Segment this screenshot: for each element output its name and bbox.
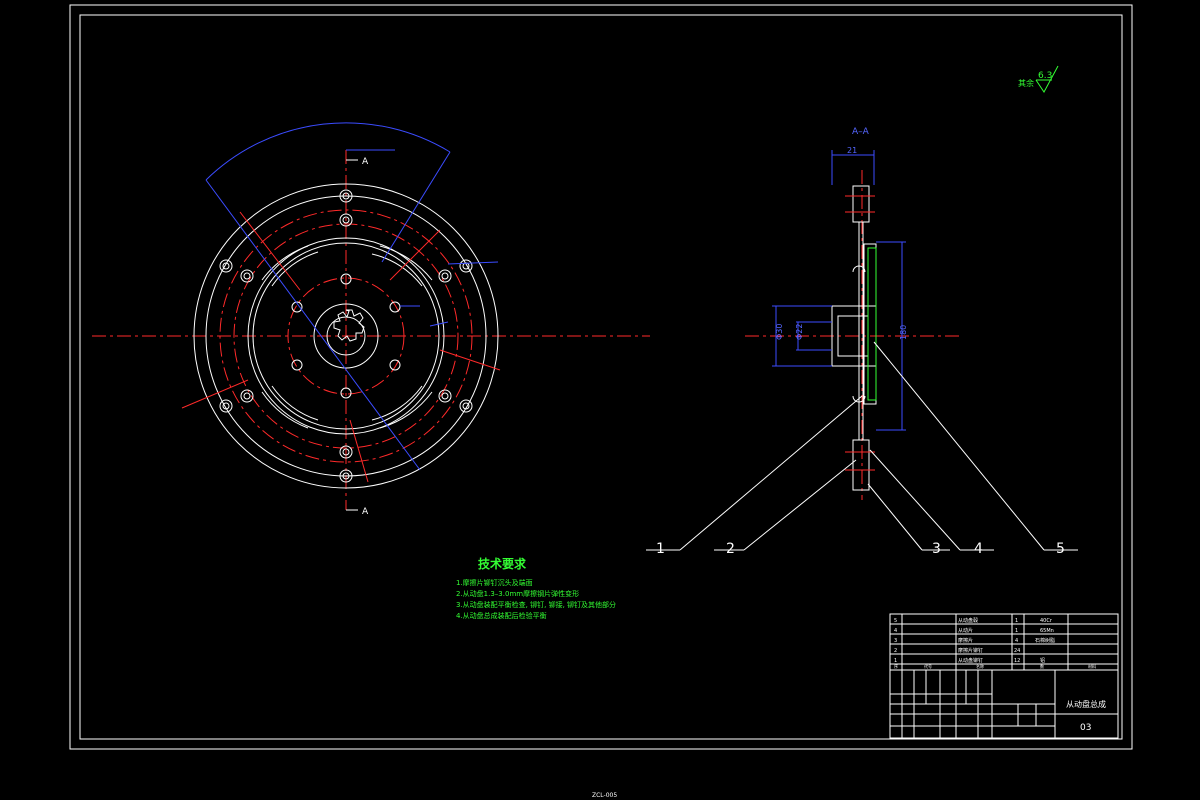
bom-name: 从动盘毂 — [958, 617, 978, 624]
title-block: 5 从动盘毂 1 40Cr 4 从动片 1 65Mn 3 摩擦片 4 石棉树脂 … — [889, 613, 1119, 739]
tech-req-item: 2.从动盘1.3–3.0mm摩擦钢片弹性变形 — [456, 589, 579, 598]
section-title: A–A — [852, 127, 870, 137]
drawing-code: 03 — [1080, 723, 1091, 733]
balloon-4: 4 — [974, 541, 983, 557]
bom-material: 铝 — [1040, 657, 1045, 664]
bom-qty: 12 — [1014, 658, 1020, 664]
bom-no: 3 — [894, 638, 897, 644]
section-view: A–A 21 Φ30 Φ22 180 1 2 3 4 5 — [646, 127, 1078, 557]
bom-header-qty: 数 — [1040, 663, 1044, 669]
tech-req-title: 技术要求 — [478, 556, 527, 571]
bom-material: 石棉树脂 — [1035, 637, 1055, 644]
front-view: A A — [92, 122, 650, 517]
section-label-top: A — [362, 157, 369, 167]
balloon-3: 3 — [932, 541, 941, 557]
bom-name: 摩擦片铆钉 — [958, 647, 983, 654]
part-name: 从动盘总成 — [1066, 699, 1106, 709]
balloon-2: 2 — [726, 541, 735, 557]
cad-drawing: A A A–A 21 Φ30 Φ22 180 1 2 3 4 5 其余 6.3 … — [69, 4, 1133, 799]
bom-qty: 1 — [1015, 628, 1018, 634]
roughness-symbol: 其余 6.3 — [1018, 65, 1059, 93]
bom-header-no: 序 — [894, 663, 898, 669]
bom-qty: 4 — [1015, 638, 1018, 644]
bom-qty: 24 — [1014, 648, 1020, 654]
dim-height: 180 — [899, 325, 908, 340]
balloon-1: 1 — [656, 541, 665, 557]
tech-requirements: 技术要求 1.摩擦片铆钉沉头及端面 2.从动盘1.3–3.0mm摩擦钢片弹性变形… — [456, 556, 616, 620]
dim-width: 21 — [847, 146, 857, 155]
bom-material: 40Cr — [1040, 618, 1053, 624]
tech-req-item: 4.从动盘总成装配后检验平衡 — [456, 611, 547, 620]
bom-no: 5 — [894, 618, 897, 624]
section-label-bottom: A — [362, 507, 369, 517]
bom-material: 65Mn — [1040, 628, 1054, 634]
bom-name: 摩擦片 — [958, 637, 973, 644]
bom-no: 4 — [894, 628, 897, 634]
tech-req-item: 1.摩擦片铆钉沉头及端面 — [456, 578, 533, 587]
bom-name: 从动盘铆钉 — [958, 657, 983, 664]
bom-no: 2 — [894, 648, 897, 654]
dim-d2: Φ22 — [795, 324, 804, 340]
footer-code: ZCL-005 — [592, 792, 617, 799]
roughness-prefix: 其余 — [1018, 78, 1034, 88]
roughness-value: 6.3 — [1038, 71, 1052, 81]
balloon-5: 5 — [1056, 541, 1065, 557]
dim-d1: Φ30 — [775, 324, 784, 340]
bom-header-code: 代号 — [924, 663, 932, 669]
tech-req-item: 3.从动盘装配平衡检查, 铆钉, 铆接, 铆钉及其他部分 — [456, 600, 616, 609]
bom-qty: 1 — [1015, 618, 1018, 624]
bom-header-name: 名称 — [976, 663, 984, 669]
bom-header-material: 材料 — [1088, 663, 1096, 669]
bom-name: 从动片 — [958, 627, 973, 634]
